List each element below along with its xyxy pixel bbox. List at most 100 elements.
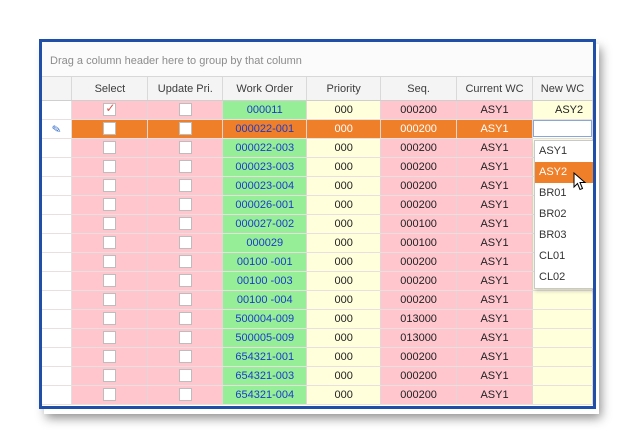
row-indicator[interactable] — [42, 290, 73, 310]
new-wc-editor-input[interactable] — [532, 120, 592, 137]
priority-cell[interactable]: 000 — [306, 195, 382, 215]
current-wc-cell[interactable]: ASY1 — [456, 195, 533, 215]
select-checkbox[interactable] — [103, 140, 117, 154]
table-row[interactable]: 654321-004 000 000200 ASY1 — [42, 385, 593, 405]
select-cell[interactable] — [71, 347, 149, 367]
row-indicator[interactable] — [42, 157, 73, 177]
seq-cell[interactable]: 000200 — [380, 195, 458, 215]
select-checkbox[interactable] — [103, 273, 117, 287]
select-checkbox[interactable] — [103, 254, 117, 268]
current-wc-cell[interactable]: ASY1 — [456, 271, 533, 291]
priority-cell[interactable]: 000 — [306, 347, 382, 367]
dropdown-option[interactable]: BR02 — [535, 204, 593, 225]
current-wc-cell[interactable]: ASY1 — [456, 100, 533, 120]
update-priority-checkbox[interactable] — [178, 216, 192, 230]
work-order-cell[interactable]: 500005-009 — [222, 328, 308, 348]
update-priority-cell[interactable] — [147, 119, 224, 139]
row-indicator[interactable] — [42, 347, 73, 367]
update-priority-cell[interactable] — [147, 271, 224, 291]
row-indicator[interactable]: ✎ — [42, 119, 73, 139]
table-row[interactable]: 000023-004 000 000200 ASY1 — [42, 176, 593, 196]
new-wc-cell[interactable]: ASY2 — [532, 100, 593, 120]
update-priority-cell[interactable] — [147, 195, 224, 215]
select-checkbox[interactable] — [103, 330, 117, 344]
priority-cell[interactable]: 000 — [306, 366, 382, 386]
priority-cell[interactable]: 000 — [306, 214, 382, 234]
update-priority-cell[interactable] — [147, 157, 224, 177]
table-row[interactable]: 000029 000 000100 ASY1 — [42, 233, 593, 253]
select-cell[interactable] — [71, 233, 149, 253]
dropdown-option[interactable]: CL02 — [535, 267, 593, 288]
seq-cell[interactable]: 013000 — [380, 328, 458, 348]
select-checkbox[interactable] — [103, 368, 117, 382]
select-checkbox[interactable] — [103, 387, 117, 401]
column-header-priority[interactable]: Priority — [306, 77, 382, 101]
new-wc-cell[interactable] — [532, 328, 593, 348]
current-wc-cell[interactable]: ASY1 — [456, 328, 533, 348]
select-checkbox[interactable] — [103, 349, 117, 363]
row-indicator[interactable] — [42, 138, 73, 158]
work-order-cell[interactable]: 000027-002 — [222, 214, 308, 234]
new-wc-cell[interactable] — [532, 309, 593, 329]
select-checkbox[interactable] — [103, 197, 117, 211]
select-cell[interactable] — [71, 309, 149, 329]
select-cell[interactable] — [71, 290, 149, 310]
select-cell[interactable] — [71, 366, 149, 386]
row-indicator[interactable] — [42, 214, 73, 234]
select-cell[interactable] — [71, 176, 149, 196]
update-priority-cell[interactable] — [147, 385, 224, 405]
seq-cell[interactable]: 000200 — [380, 119, 458, 139]
current-wc-cell[interactable]: ASY1 — [456, 252, 533, 272]
row-indicator[interactable] — [42, 195, 73, 215]
table-row[interactable]: 00100 -003 000 000200 ASY1 — [42, 271, 593, 291]
dropdown-option[interactable]: CL01 — [535, 246, 593, 267]
select-checkbox[interactable] — [103, 311, 117, 325]
dropdown-option[interactable]: ASY1 — [535, 141, 593, 162]
row-indicator[interactable] — [42, 176, 73, 196]
row-indicator[interactable] — [42, 328, 73, 348]
row-indicator[interactable] — [42, 271, 73, 291]
priority-cell[interactable]: 000 — [306, 328, 382, 348]
new-wc-cell[interactable] — [532, 366, 593, 386]
column-header-select[interactable]: Select — [71, 77, 149, 101]
seq-cell[interactable]: 000200 — [380, 366, 458, 386]
seq-cell[interactable]: 000100 — [380, 214, 458, 234]
seq-cell[interactable]: 000200 — [380, 157, 458, 177]
current-wc-cell[interactable]: ASY1 — [456, 157, 533, 177]
update-priority-checkbox[interactable] — [178, 330, 192, 344]
work-order-cell[interactable]: 00100 -003 — [222, 271, 308, 291]
current-wc-cell[interactable]: ASY1 — [456, 385, 533, 405]
table-row[interactable]: 500004-009 000 013000 ASY1 — [42, 309, 593, 329]
work-order-cell[interactable]: 000029 — [222, 233, 308, 253]
column-header-work-order[interactable]: Work Order — [222, 77, 308, 101]
priority-cell[interactable]: 000 — [306, 100, 382, 120]
update-priority-checkbox[interactable] — [178, 121, 192, 135]
seq-cell[interactable]: 000200 — [380, 176, 458, 196]
new-wc-dropdown-list[interactable]: ASY1 ASY2 BR01 BR02 BR03 CL01 CL02 — [534, 140, 593, 289]
priority-cell[interactable]: 000 — [306, 176, 382, 196]
update-priority-checkbox[interactable] — [178, 254, 192, 268]
new-wc-cell[interactable] — [532, 290, 593, 310]
work-order-cell[interactable]: 654321-001 — [222, 347, 308, 367]
row-indicator[interactable] — [42, 366, 73, 386]
seq-cell[interactable]: 000200 — [380, 290, 458, 310]
priority-cell[interactable]: 000 — [306, 233, 382, 253]
current-wc-cell[interactable]: ASY1 — [456, 233, 533, 253]
table-row[interactable]: 500005-009 000 013000 ASY1 — [42, 328, 593, 348]
row-indicator[interactable] — [42, 385, 73, 405]
update-priority-checkbox[interactable] — [178, 349, 192, 363]
seq-cell[interactable]: 000200 — [380, 138, 458, 158]
current-wc-cell[interactable]: ASY1 — [456, 119, 533, 139]
update-priority-cell[interactable] — [147, 347, 224, 367]
update-priority-cell[interactable] — [147, 233, 224, 253]
current-wc-cell[interactable]: ASY1 — [456, 214, 533, 234]
update-priority-checkbox[interactable] — [178, 197, 192, 211]
select-checkbox[interactable] — [103, 121, 117, 135]
current-wc-cell[interactable]: ASY1 — [456, 366, 533, 386]
column-header-current-wc[interactable]: Current WC — [456, 77, 533, 101]
work-order-cell[interactable]: 00100 -004 — [222, 290, 308, 310]
update-priority-checkbox[interactable] — [178, 178, 192, 192]
current-wc-cell[interactable]: ASY1 — [456, 309, 533, 329]
work-order-cell[interactable]: 000026-001 — [222, 195, 308, 215]
row-indicator[interactable] — [42, 100, 73, 120]
